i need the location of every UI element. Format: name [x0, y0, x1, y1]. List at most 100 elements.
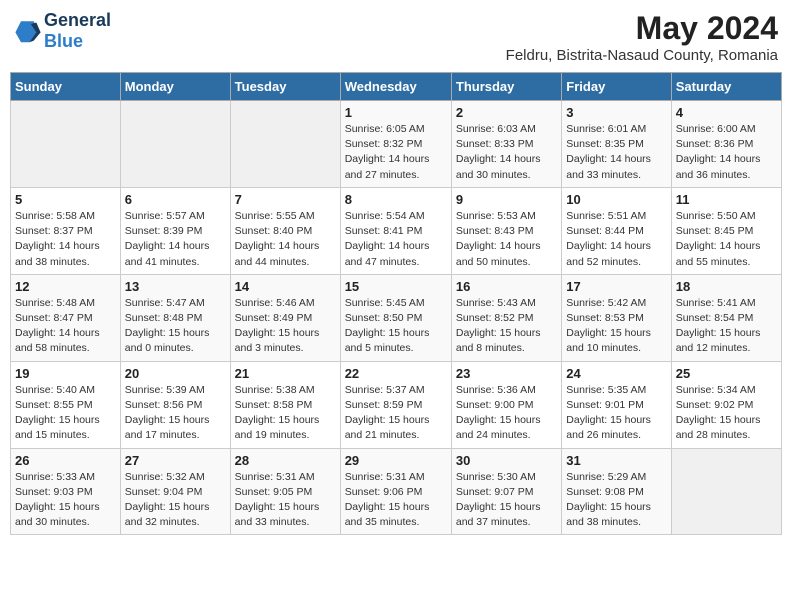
calendar-day-cell: 24 Sunrise: 5:35 AMSunset: 9:01 PMDayligh… [562, 361, 671, 448]
day-info: Sunrise: 6:05 AMSunset: 8:32 PMDaylight:… [345, 122, 447, 183]
day-number: 16 [456, 279, 557, 294]
day-info: Sunrise: 6:01 AMSunset: 8:35 PMDaylight:… [566, 122, 666, 183]
calendar-day-cell: 22 Sunrise: 5:37 AMSunset: 8:59 PMDayligh… [340, 361, 451, 448]
day-info: Sunrise: 5:55 AMSunset: 8:40 PMDaylight:… [235, 209, 336, 270]
day-number: 2 [456, 105, 557, 120]
day-info: Sunrise: 5:34 AMSunset: 9:02 PMDaylight:… [676, 383, 777, 444]
title-block: May 2024 Feldru, Bistrita-Nasaud County,… [506, 10, 778, 64]
day-number: 1 [345, 105, 447, 120]
day-info: Sunrise: 5:50 AMSunset: 8:45 PMDaylight:… [676, 209, 777, 270]
calendar-day-cell: 31Sunrise: 5:29 AMSunset: 9:08 PMDayligh… [562, 448, 671, 535]
calendar-day-cell: 17Sunrise: 5:42 AMSunset: 8:53 PMDayligh… [562, 274, 671, 361]
day-info: Sunrise: 5:40 AMSunset: 8:55 PMDaylight:… [15, 383, 116, 444]
day-info: Sunrise: 5:33 AMSunset: 9:03 PMDaylight:… [15, 470, 116, 531]
weekday-header: Saturday [671, 73, 781, 101]
calendar-day-cell: 20 Sunrise: 5:39 AMSunset: 8:56 PMDayligh… [120, 361, 230, 448]
day-number: 6 [125, 192, 226, 207]
calendar-day-cell: 19 Sunrise: 5:40 AMSunset: 8:55 PMDayligh… [11, 361, 121, 448]
day-number: 12 [15, 279, 116, 294]
calendar-day-cell: 3Sunrise: 6:01 AMSunset: 8:35 PMDaylight… [562, 101, 671, 188]
day-info: Sunrise: 5:53 AMSunset: 8:43 PMDaylight:… [456, 209, 557, 270]
weekday-header: Wednesday [340, 73, 451, 101]
weekday-header: Friday [562, 73, 671, 101]
day-info: Sunrise: 5:38 AMSunset: 8:58 PMDaylight:… [235, 383, 336, 444]
day-number: 10 [566, 192, 666, 207]
weekday-header: Tuesday [230, 73, 340, 101]
day-info: Sunrise: 5:39 AMSunset: 8:56 PMDaylight:… [125, 383, 226, 444]
calendar-week-row: 12 Sunrise: 5:48 AMSunset: 8:47 PMDayligh… [11, 274, 782, 361]
day-number: 13 [125, 279, 226, 294]
location-subtitle: Feldru, Bistrita-Nasaud County, Romania [506, 47, 778, 64]
day-number: 17 [566, 279, 666, 294]
weekday-header-row: SundayMondayTuesdayWednesdayThursdayFrid… [11, 73, 782, 101]
calendar-day-cell: 12 Sunrise: 5:48 AMSunset: 8:47 PMDayligh… [11, 274, 121, 361]
calendar-week-row: 5 Sunrise: 5:58 AMSunset: 8:37 PMDaylight… [11, 187, 782, 274]
day-info: Sunrise: 5:43 AMSunset: 8:52 PMDaylight:… [456, 296, 557, 357]
day-info: Sunrise: 5:36 AMSunset: 9:00 PMDaylight:… [456, 383, 557, 444]
day-number: 24 [566, 366, 666, 381]
day-number: 25 [676, 366, 777, 381]
day-number: 21 [235, 366, 336, 381]
calendar-day-cell: 9 Sunrise: 5:53 AMSunset: 8:43 PMDaylight… [451, 187, 561, 274]
calendar-day-cell: 10 Sunrise: 5:51 AMSunset: 8:44 PMDayligh… [562, 187, 671, 274]
calendar-day-cell: 7 Sunrise: 5:55 AMSunset: 8:40 PMDaylight… [230, 187, 340, 274]
calendar-day-cell: 2 Sunrise: 6:03 AMSunset: 8:33 PMDaylight… [451, 101, 561, 188]
calendar-day-cell: 23 Sunrise: 5:36 AMSunset: 9:00 PMDayligh… [451, 361, 561, 448]
day-number: 7 [235, 192, 336, 207]
calendar-day-cell: 21 Sunrise: 5:38 AMSunset: 8:58 PMDayligh… [230, 361, 340, 448]
day-info: Sunrise: 5:37 AMSunset: 8:59 PMDaylight:… [345, 383, 447, 444]
calendar-day-cell [671, 448, 781, 535]
day-info: Sunrise: 6:00 AMSunset: 8:36 PMDaylight:… [676, 122, 777, 183]
calendar-day-cell: 11 Sunrise: 5:50 AMSunset: 8:45 PMDayligh… [671, 187, 781, 274]
weekday-header: Thursday [451, 73, 561, 101]
day-info: Sunrise: 5:31 AMSunset: 9:05 PMDaylight:… [235, 470, 336, 531]
day-info: Sunrise: 5:47 AMSunset: 8:48 PMDaylight:… [125, 296, 226, 357]
day-number: 22 [345, 366, 447, 381]
day-info: Sunrise: 6:03 AMSunset: 8:33 PMDaylight:… [456, 122, 557, 183]
day-number: 26 [15, 453, 116, 468]
weekday-header: Sunday [11, 73, 121, 101]
day-number: 28 [235, 453, 336, 468]
day-number: 23 [456, 366, 557, 381]
calendar-day-cell: 28 Sunrise: 5:31 AMSunset: 9:05 PMDayligh… [230, 448, 340, 535]
calendar-day-cell: 5 Sunrise: 5:58 AMSunset: 8:37 PMDaylight… [11, 187, 121, 274]
calendar-day-cell: 25 Sunrise: 5:34 AMSunset: 9:02 PMDayligh… [671, 361, 781, 448]
day-number: 11 [676, 192, 777, 207]
calendar-day-cell [120, 101, 230, 188]
day-info: Sunrise: 5:41 AMSunset: 8:54 PMDaylight:… [676, 296, 777, 357]
calendar-table: SundayMondayTuesdayWednesdayThursdayFrid… [10, 72, 782, 535]
day-number: 20 [125, 366, 226, 381]
logo-icon [14, 17, 42, 45]
logo: General Blue [14, 10, 111, 52]
calendar-day-cell: 26 Sunrise: 5:33 AMSunset: 9:03 PMDayligh… [11, 448, 121, 535]
weekday-header: Monday [120, 73, 230, 101]
day-number: 30 [456, 453, 557, 468]
calendar-day-cell [11, 101, 121, 188]
day-number: 19 [15, 366, 116, 381]
calendar-day-cell: 27 Sunrise: 5:32 AMSunset: 9:04 PMDayligh… [120, 448, 230, 535]
day-number: 27 [125, 453, 226, 468]
calendar-week-row: 26 Sunrise: 5:33 AMSunset: 9:03 PMDayligh… [11, 448, 782, 535]
day-number: 18 [676, 279, 777, 294]
month-year-title: May 2024 [506, 10, 778, 47]
day-info: Sunrise: 5:45 AMSunset: 8:50 PMDaylight:… [345, 296, 447, 357]
day-number: 31 [566, 453, 666, 468]
day-number: 4 [676, 105, 777, 120]
day-info: Sunrise: 5:48 AMSunset: 8:47 PMDaylight:… [15, 296, 116, 357]
calendar-day-cell: 13 Sunrise: 5:47 AMSunset: 8:48 PMDayligh… [120, 274, 230, 361]
day-info: Sunrise: 5:32 AMSunset: 9:04 PMDaylight:… [125, 470, 226, 531]
day-number: 9 [456, 192, 557, 207]
calendar-day-cell: 15 Sunrise: 5:45 AMSunset: 8:50 PMDayligh… [340, 274, 451, 361]
calendar-day-cell: 6 Sunrise: 5:57 AMSunset: 8:39 PMDaylight… [120, 187, 230, 274]
day-info: Sunrise: 5:46 AMSunset: 8:49 PMDaylight:… [235, 296, 336, 357]
day-number: 5 [15, 192, 116, 207]
day-info: Sunrise: 5:58 AMSunset: 8:37 PMDaylight:… [15, 209, 116, 270]
day-info: Sunrise: 5:30 AMSunset: 9:07 PMDaylight:… [456, 470, 557, 531]
day-number: 15 [345, 279, 447, 294]
logo-text: General Blue [44, 10, 111, 52]
day-info: Sunrise: 5:31 AMSunset: 9:06 PMDaylight:… [345, 470, 447, 531]
calendar-day-cell: 8Sunrise: 5:54 AMSunset: 8:41 PMDaylight… [340, 187, 451, 274]
day-info: Sunrise: 5:57 AMSunset: 8:39 PMDaylight:… [125, 209, 226, 270]
day-info: Sunrise: 5:35 AMSunset: 9:01 PMDaylight:… [566, 383, 666, 444]
day-info: Sunrise: 5:51 AMSunset: 8:44 PMDaylight:… [566, 209, 666, 270]
